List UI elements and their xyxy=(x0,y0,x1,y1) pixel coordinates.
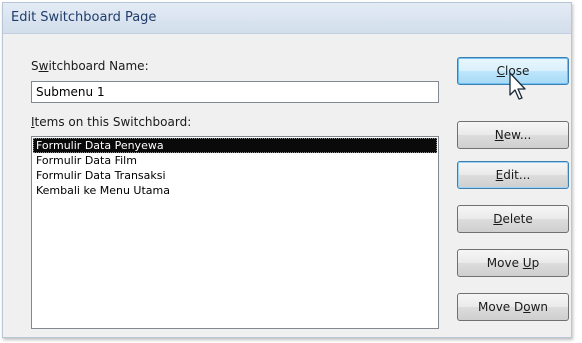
edit-button[interactable]: Edit... xyxy=(457,161,569,189)
switchboard-items-list[interactable]: Formulir Data Penyewa Formulir Data Film… xyxy=(31,136,439,329)
delete-button-accesskey: D xyxy=(493,212,503,226)
pointer-arrow-icon xyxy=(509,72,526,100)
switchboard-name-input[interactable]: Submenu 1 xyxy=(31,81,439,103)
switchboard-name-label-pre: S xyxy=(31,59,39,73)
move-up-button-accesskey: U xyxy=(522,256,532,270)
edit-switchboard-page-dialog: Edit Switchboard Page Switchboard Name: … xyxy=(2,2,572,338)
list-item[interactable]: Formulir Data Transaksi xyxy=(33,168,437,183)
close-button-accesskey: C xyxy=(496,64,506,78)
edit-button-post: dit... xyxy=(503,168,531,182)
list-item[interactable]: Formulir Data Film xyxy=(33,153,437,168)
list-item[interactable]: Kembali ke Menu Utama xyxy=(33,183,437,198)
screen: Edit Switchboard Page Switchboard Name: … xyxy=(0,0,582,343)
move-down-button-pre: Move D xyxy=(478,300,524,314)
move-down-button-post: wn xyxy=(530,300,548,314)
new-button[interactable]: New... xyxy=(457,121,569,149)
switchboard-name-label-post: itchboard Name: xyxy=(48,59,149,73)
items-label: Items on this Switchboard: xyxy=(31,115,191,129)
move-up-button-post: p xyxy=(531,256,540,270)
dialog-title-bar[interactable]: Edit Switchboard Page xyxy=(3,3,571,34)
items-label-post: tems on this Switchboard: xyxy=(34,115,192,129)
move-up-button[interactable]: Move Up xyxy=(457,249,569,277)
move-up-button-pre: Move xyxy=(486,256,523,270)
delete-button[interactable]: Delete xyxy=(457,205,569,233)
switchboard-name-label: Switchboard Name: xyxy=(31,59,149,73)
switchboard-name-label-accesskey: w xyxy=(38,59,49,73)
switchboard-name-value: Submenu 1 xyxy=(36,85,105,99)
move-down-button[interactable]: Move Down xyxy=(457,293,569,321)
delete-button-post: elete xyxy=(502,212,533,226)
list-item[interactable]: Formulir Data Penyewa xyxy=(33,138,437,153)
new-button-post: ew... xyxy=(503,128,532,142)
new-button-accesskey: N xyxy=(494,128,504,142)
dialog-title: Edit Switchboard Page xyxy=(11,10,157,25)
move-down-button-accesskey: o xyxy=(523,300,531,314)
